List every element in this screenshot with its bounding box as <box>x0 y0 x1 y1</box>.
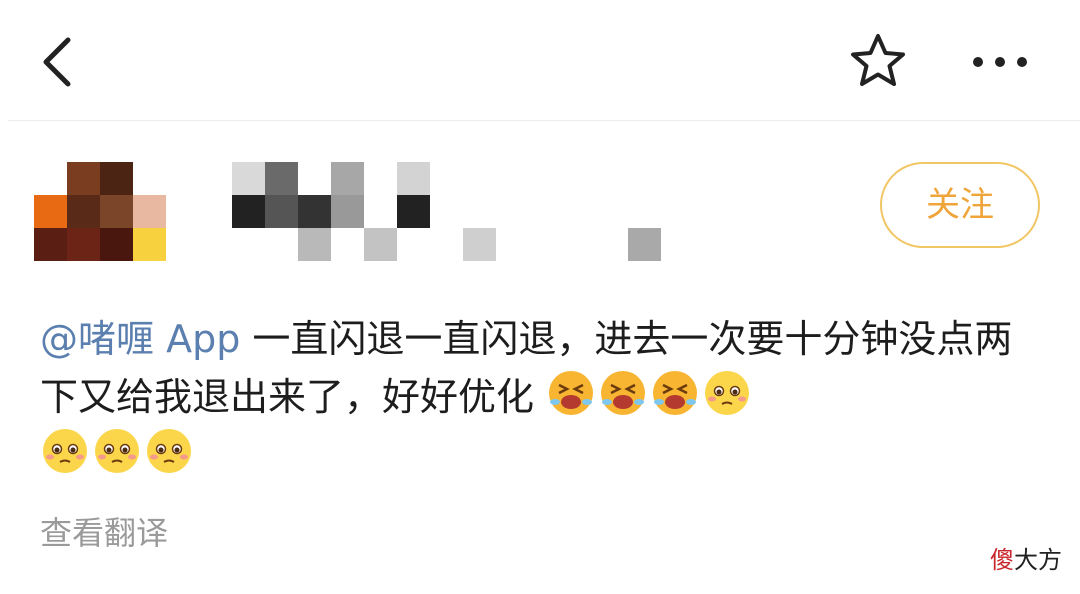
top-navigation-bar <box>0 0 1080 120</box>
crying-emoji-icon <box>549 371 594 415</box>
post-body: @啫喱 App 一直闪退一直闪退，进去一次要十分钟没点两下又给我退出来了，好好优… <box>40 310 1050 484</box>
user-avatar-pixelated[interactable] <box>34 162 166 262</box>
mention-link[interactable]: @啫喱 App <box>40 317 240 361</box>
watermark-rest: 大方 <box>1014 546 1062 574</box>
watermark-first-char: 傻 <box>990 546 1014 574</box>
view-translation-link[interactable]: 查看翻译 <box>40 508 168 554</box>
star-favorite-icon[interactable] <box>848 32 908 90</box>
crying-emoji-icon <box>653 371 698 415</box>
header-divider <box>8 120 1080 121</box>
pleading-emoji-icon <box>95 429 139 473</box>
more-options-icon[interactable] <box>968 48 1032 76</box>
pleading-emoji-icon <box>147 429 191 473</box>
username-pixelated[interactable] <box>232 162 672 262</box>
follow-button[interactable]: 关注 <box>880 162 1040 248</box>
pleading-emoji-icon <box>705 371 750 415</box>
back-chevron-icon[interactable] <box>36 36 80 88</box>
watermark: 傻大方 <box>990 540 1062 575</box>
pleading-emoji-icon <box>43 429 87 473</box>
crying-emoji-icon <box>601 371 646 415</box>
